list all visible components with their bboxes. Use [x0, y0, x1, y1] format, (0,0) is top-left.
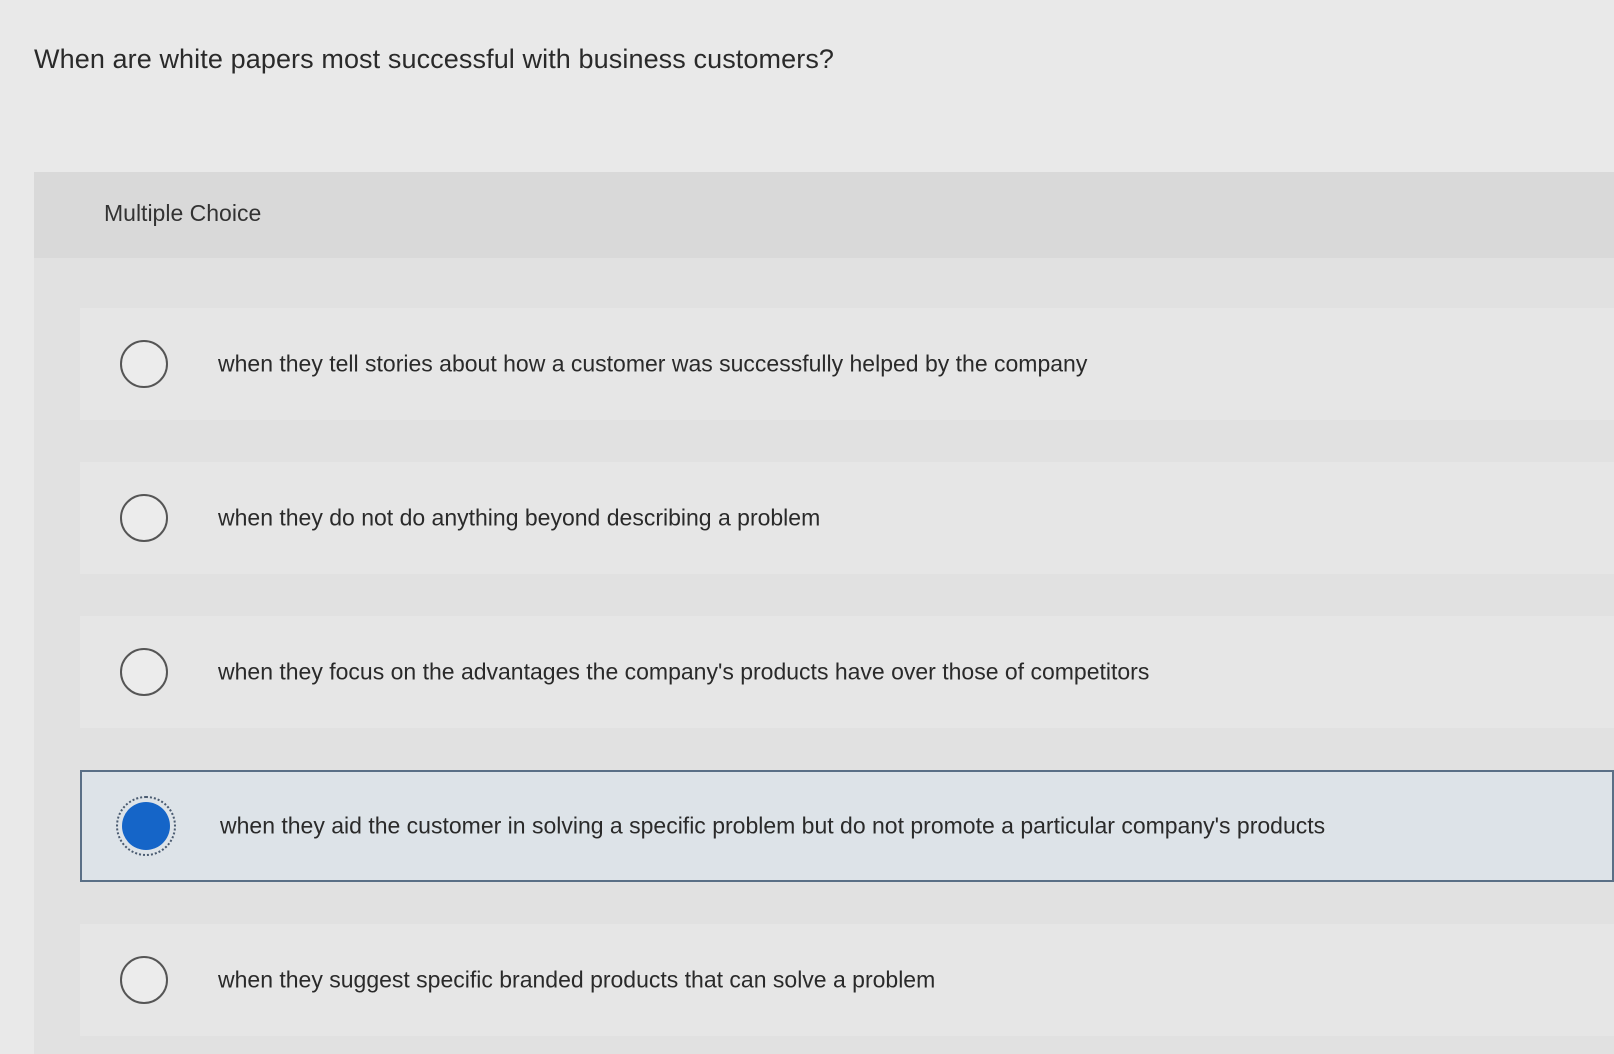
multiple-choice-panel: Multiple Choice when they tell stories a…: [34, 172, 1614, 1054]
radio-button-unchecked[interactable]: [120, 494, 168, 542]
answer-option-1[interactable]: when they tell stories about how a custo…: [80, 308, 1614, 420]
multiple-choice-header: Multiple Choice: [34, 172, 1614, 258]
radio-button-checked[interactable]: [116, 796, 176, 856]
answer-option-3[interactable]: when they focus on the advantages the co…: [80, 616, 1614, 728]
radio-button-unchecked[interactable]: [120, 340, 168, 388]
answer-option-5[interactable]: when they suggest specific branded produ…: [80, 924, 1614, 1036]
answer-option-label[interactable]: when they focus on the advantages the co…: [218, 659, 1149, 686]
question-text: When are white papers most successful wi…: [34, 44, 835, 74]
answer-option-label[interactable]: when they suggest specific branded produ…: [218, 967, 935, 994]
radio-button-unchecked[interactable]: [120, 648, 168, 696]
answer-option-label[interactable]: when they aid the customer in solving a …: [220, 813, 1325, 840]
radio-button-unchecked[interactable]: [120, 956, 168, 1004]
multiple-choice-label: Multiple Choice: [104, 200, 262, 226]
answer-option-2[interactable]: when they do not do anything beyond desc…: [80, 462, 1614, 574]
answer-option-label[interactable]: when they do not do anything beyond desc…: [218, 505, 820, 532]
answer-option-4-selected[interactable]: when they aid the customer in solving a …: [80, 770, 1614, 882]
answer-option-label[interactable]: when they tell stories about how a custo…: [218, 351, 1087, 378]
